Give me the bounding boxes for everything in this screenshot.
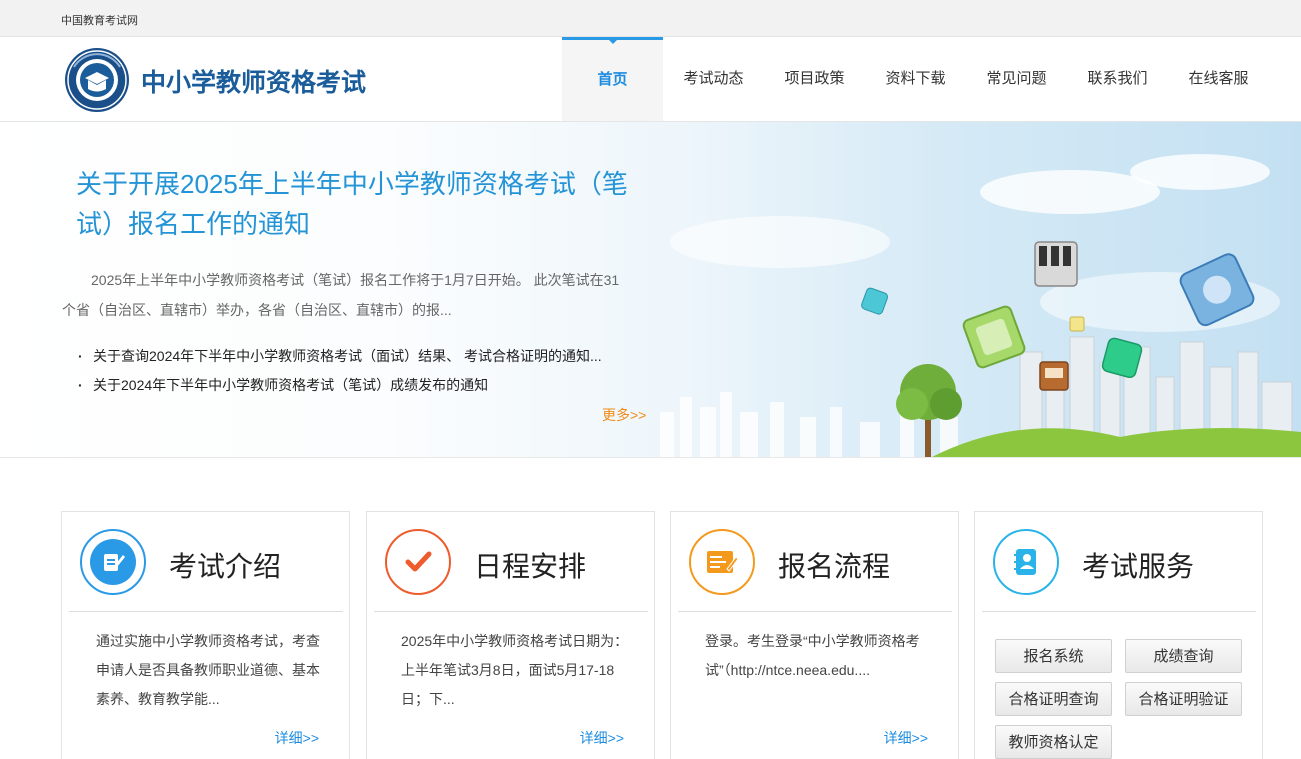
header: 中小学教师资格考试 首页 考试动态 项目政策 资料下载 常见问题 联系我们 在线…: [0, 37, 1301, 122]
news-list: 关于查询2024年下半年中小学教师资格考试（面试）结果、 考试合格证明的通知..…: [78, 342, 602, 400]
feature-cards: 考试介绍 通过实施中小学教师资格考试，考查申请人是否具备教师职业道德、基本素养、…: [61, 511, 1264, 759]
site-brand-title[interactable]: 中小学教师资格考试: [141, 63, 366, 99]
certificate-query-button[interactable]: 合格证明查询: [995, 682, 1112, 716]
exam-logo-icon[interactable]: [64, 47, 130, 113]
hero-banner: 关于开展2025年上半年中小学教师资格考试（笔试）报名工作的通知 2025年上半…: [0, 122, 1301, 458]
divider: [374, 611, 648, 612]
registration-form-icon[interactable]: [689, 529, 755, 595]
registration-system-button[interactable]: 报名系统: [995, 639, 1112, 673]
card-text: 登录。考生登录“中小学教师资格考试”（http://ntce.neea.edu.…: [705, 633, 920, 678]
nav-item-online-service[interactable]: 在线客服: [1168, 37, 1269, 121]
pen-document-icon[interactable]: [80, 529, 146, 595]
nav-item-exam-news[interactable]: 考试动态: [663, 37, 764, 121]
news-item-link[interactable]: 关于查询2024年下半年中小学教师资格考试（面试）结果、 考试合格证明的通知..…: [78, 342, 602, 371]
nav-item-contact[interactable]: 联系我们: [1067, 37, 1168, 121]
card-registration: 报名流程 登录。考生登录“中小学教师资格考试”（http://ntce.neea…: [670, 511, 959, 759]
city-illustration: [660, 154, 1301, 457]
news-item-link[interactable]: 关于2024年下半年中小学教师资格考试（笔试）成绩发布的通知: [78, 371, 602, 400]
divider: [69, 611, 343, 612]
divider: [678, 611, 952, 612]
card-title[interactable]: 考试介绍: [169, 545, 281, 585]
top-bar: 中国教育考试网: [0, 0, 1301, 37]
detail-link[interactable]: 详细>>: [275, 728, 319, 748]
address-book-icon[interactable]: [993, 529, 1059, 595]
main-nav: 首页 考试动态 项目政策 资料下载 常见问题 联系我们 在线客服: [562, 37, 1269, 121]
detail-link[interactable]: 详细>>: [884, 728, 928, 748]
card-exam-intro: 考试介绍 通过实施中小学教师资格考试，考查申请人是否具备教师职业道德、基本素养、…: [61, 511, 350, 759]
nav-item-home[interactable]: 首页: [562, 37, 663, 121]
card-title[interactable]: 考试服务: [1082, 545, 1194, 585]
detail-link[interactable]: 详细>>: [580, 728, 624, 748]
card-text: 通过实施中小学教师资格考试，考查申请人是否具备教师职业道德、基本素养、教育教学能…: [96, 633, 320, 707]
banner-description: 2025年上半年中小学教师资格考试（笔试）报名工作将于1月7日开始。 此次笔试在…: [62, 272, 620, 318]
banner-headline-link[interactable]: 关于开展2025年上半年中小学教师资格考试（笔试）报名工作的通知: [76, 164, 636, 244]
card-title[interactable]: 日程安排: [474, 545, 586, 585]
nav-item-faq[interactable]: 常见问题: [966, 37, 1067, 121]
checkmark-icon[interactable]: [385, 529, 451, 595]
card-title[interactable]: 报名流程: [778, 545, 890, 585]
score-query-button[interactable]: 成绩查询: [1125, 639, 1242, 673]
teacher-certification-button[interactable]: 教师资格认定: [995, 725, 1112, 759]
nav-item-downloads[interactable]: 资料下载: [865, 37, 966, 121]
divider: [982, 611, 1256, 612]
card-exam-services: 考试服务 报名系统 成绩查询 合格证明查询 合格证明验证 教师资格认定: [974, 511, 1263, 759]
card-text: 2025年中小学教师资格考试日期为：上半年笔试3月8日，面试5月17-18日；下…: [401, 633, 629, 707]
nav-item-policy[interactable]: 项目政策: [764, 37, 865, 121]
more-news-link[interactable]: 更多>>: [602, 405, 646, 425]
site-name-link[interactable]: 中国教育考试网: [61, 12, 138, 28]
certificate-verify-button[interactable]: 合格证明验证: [1125, 682, 1242, 716]
card-schedule: 日程安排 2025年中小学教师资格考试日期为：上半年笔试3月8日，面试5月17-…: [366, 511, 655, 759]
